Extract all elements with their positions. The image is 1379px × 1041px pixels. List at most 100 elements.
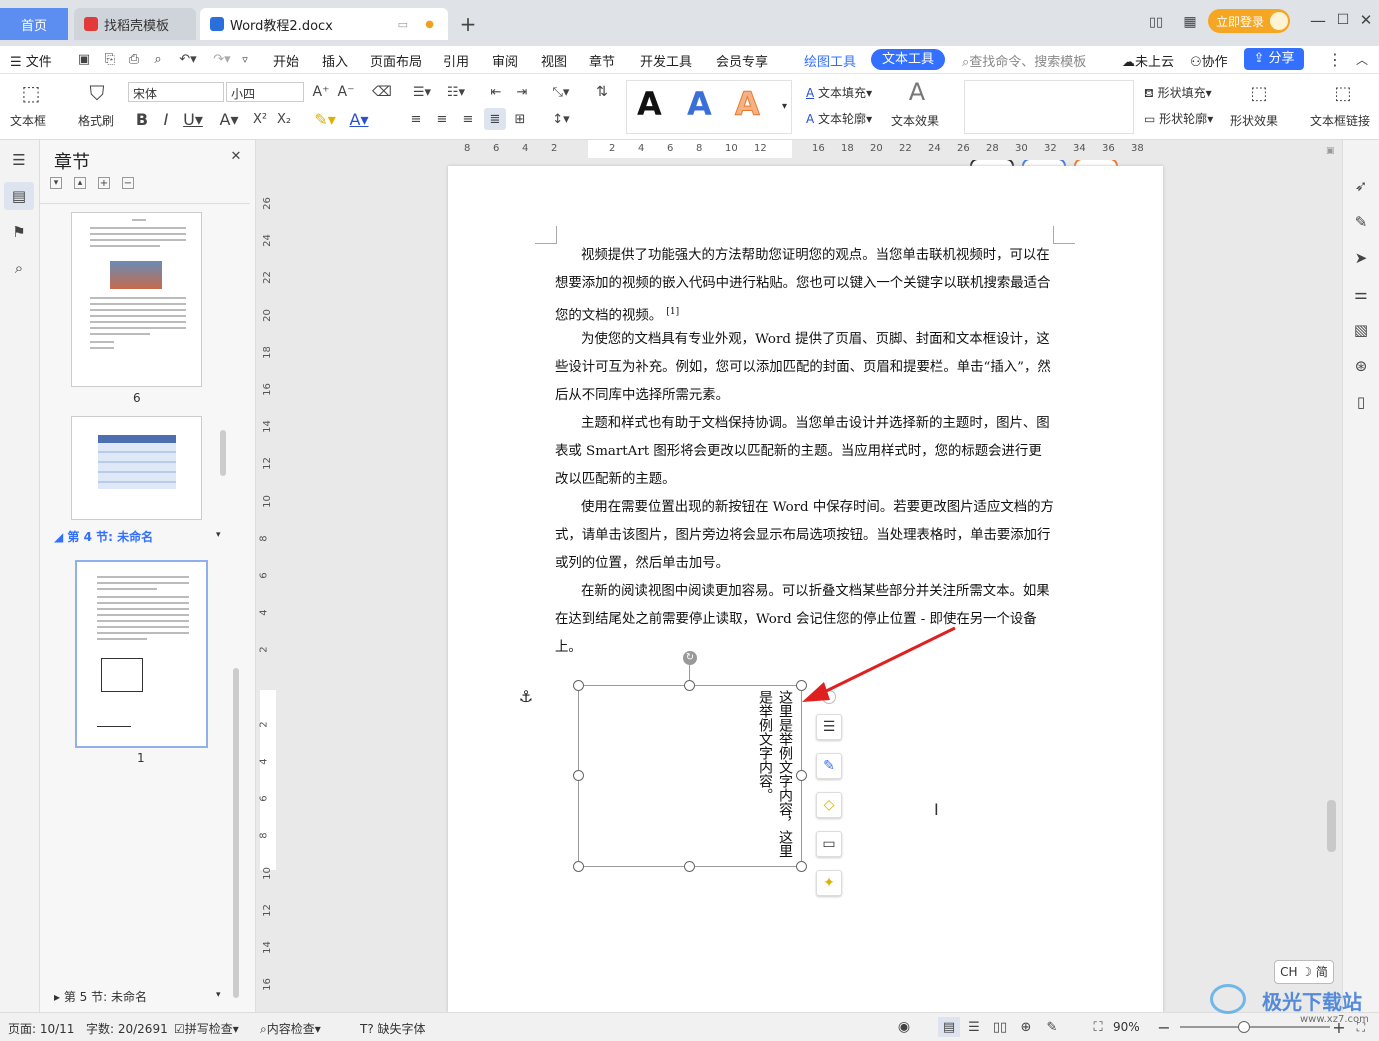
pointer-icon[interactable]: ➤: [1351, 248, 1371, 268]
paragraph-1[interactable]: 视频提供了功能强大的方法帮助您证明您的观点。当您单击联机视频时，可以在想要添加的…: [555, 242, 1055, 330]
print-icon[interactable]: ⎙: [126, 50, 142, 68]
align-center-icon[interactable]: ≡: [432, 108, 452, 130]
collapse-all-icon[interactable]: ▴: [74, 177, 86, 189]
text-fill-button[interactable]: A 文本填充▾: [806, 84, 872, 101]
paragraph-4[interactable]: 使用在需要位置出现的新按钮在 Word 中保存时间。若要更改图片适应文档的方式，…: [555, 494, 1055, 578]
new-tab-icon[interactable]: +: [458, 12, 478, 36]
thumbnail-scrollbar[interactable]: [220, 430, 226, 476]
document-scrollbar[interactable]: [1327, 800, 1336, 852]
highlight-icon[interactable]: ✎▾: [311, 108, 339, 130]
horizontal-ruler[interactable]: 8 6 4 2 2 4 6 8 10 12 16 18 20 22 24 26 28 30 32 34 36 38: [258, 140, 1342, 160]
page-thumbnail-1[interactable]: [75, 560, 208, 748]
section-4-header[interactable]: ◢ 第 4 节: 未命名: [54, 528, 153, 545]
outline-view-icon[interactable]: ☰: [964, 1018, 984, 1036]
redo-icon[interactable]: ↷▾: [210, 50, 234, 68]
format-painter-icon[interactable]: ⛉: [84, 80, 110, 106]
clear-format-icon[interactable]: ⌫: [372, 82, 392, 102]
collab-button[interactable]: ⚇协作: [1190, 51, 1228, 70]
more-icon[interactable]: ⋮: [1327, 50, 1343, 69]
layout-options-button[interactable]: ☰: [816, 714, 842, 740]
tab-start[interactable]: 开始: [273, 51, 299, 70]
pen-style-button[interactable]: ✎: [816, 753, 842, 779]
book-icon[interactable]: ▯: [1351, 392, 1371, 412]
rocket-icon[interactable]: ➶: [1351, 176, 1371, 196]
command-search[interactable]: ⌕查找命令、搜索模板: [962, 51, 1086, 70]
resize-handle-br[interactable]: [796, 861, 807, 872]
undo-icon[interactable]: ↶▾: [176, 50, 200, 68]
border-button[interactable]: ▭: [816, 831, 842, 857]
monitor-icon[interactable]: ▭: [398, 18, 408, 31]
section-5-header[interactable]: ▸ 第 5 节: 未命名: [54, 988, 147, 1005]
close-window-icon[interactable]: ✕: [1356, 10, 1376, 30]
art-style-black[interactable]: A: [637, 85, 662, 123]
textbox-link-icon[interactable]: ⬚: [1330, 80, 1356, 106]
resize-handle-tl[interactable]: [573, 680, 584, 691]
zoom-out-icon[interactable]: −: [1156, 1018, 1172, 1037]
expand-all-icon[interactable]: ▾: [50, 177, 62, 189]
tab-chapter[interactable]: 章节: [589, 51, 615, 70]
shape-effect-icon[interactable]: ⬚: [1246, 80, 1272, 106]
underline-icon[interactable]: U▾: [180, 108, 206, 130]
panel-scrollbar[interactable]: [233, 668, 239, 998]
distribute-icon[interactable]: ⊞: [510, 108, 530, 130]
find-icon[interactable]: ⌕: [9, 258, 29, 278]
increase-indent-icon[interactable]: ⇥: [512, 82, 532, 102]
align-left-icon[interactable]: ≡: [406, 108, 426, 130]
maximize-icon[interactable]: ☐: [1333, 10, 1353, 30]
section-4-dropdown-icon[interactable]: ▾: [216, 530, 221, 540]
scroll-top-icon[interactable]: ▣: [1326, 146, 1338, 156]
rotate-handle-icon[interactable]: ↻: [683, 651, 697, 665]
textbox-icon[interactable]: ⬚: [18, 80, 44, 106]
remove-section-icon[interactable]: −: [122, 177, 134, 189]
edit-pen-icon[interactable]: ✎: [1351, 212, 1371, 232]
format-painter-label[interactable]: 格式刷: [78, 112, 114, 129]
text-effect-label[interactable]: 文本效果: [891, 112, 939, 129]
paragraph-3[interactable]: 主题和样式也有助于文档保持协调。当您单击设计并选择新的主题时，图片、图表或 Sm…: [555, 410, 1055, 494]
art-style-blue[interactable]: A: [687, 85, 712, 123]
resize-handle-r[interactable]: [796, 770, 807, 781]
section-5-dropdown-icon[interactable]: ▾: [216, 990, 221, 1000]
resize-handle-bl[interactable]: [573, 861, 584, 872]
art-style-orange[interactable]: A: [735, 85, 761, 124]
resize-handle-b[interactable]: [684, 861, 695, 872]
image-tool-icon[interactable]: ▧: [1351, 320, 1371, 340]
zoom-level[interactable]: 90%: [1113, 1020, 1140, 1034]
export-icon[interactable]: ⎘: [102, 50, 118, 68]
tab-document[interactable]: Word教程2.docx ▭ ●: [200, 8, 448, 40]
shape-fill-button[interactable]: ⛾ 形状填充▾: [1144, 84, 1212, 102]
tab-view[interactable]: 视图: [541, 51, 567, 70]
tab-home[interactable]: 首页: [0, 8, 68, 40]
footnote-ref[interactable]: [1]: [666, 307, 679, 317]
tab-insert[interactable]: 插入: [322, 51, 348, 70]
eye-protection-icon[interactable]: ◉: [894, 1018, 914, 1036]
tab-references[interactable]: 引用: [443, 51, 469, 70]
tab-templates[interactable]: 找稻壳模板: [74, 8, 196, 40]
shape-effect-label[interactable]: 形状效果: [1230, 112, 1278, 129]
text-direction-icon[interactable]: ⤡▾: [546, 82, 576, 102]
vertical-ruler[interactable]: 26 24 22 20 18 16 14 12 10 8 6 4 2 2 4 6 8 10 12 14 16: [258, 160, 278, 1010]
shape-outline-button[interactable]: ▭ 形状轮廓▾: [1144, 110, 1213, 127]
add-section-icon[interactable]: +: [98, 177, 110, 189]
zoom-slider[interactable]: [1180, 1026, 1330, 1028]
compass-icon[interactable]: ⊛: [1351, 356, 1371, 376]
resize-handle-t[interactable]: [684, 680, 695, 691]
smart-tip-button[interactable]: ✦: [816, 870, 842, 896]
gallery-more-icon[interactable]: ▾: [782, 101, 787, 112]
reading-view-icon[interactable]: ▯▯: [990, 1018, 1010, 1036]
tab-page-layout[interactable]: 页面布局: [370, 51, 422, 70]
paragraph-2[interactable]: 为使您的文档具有专业外观，Word 提供了页眉、页脚、封面和文本框设计，这些设计…: [555, 326, 1055, 410]
textbox-button-label[interactable]: 文本框: [10, 112, 46, 129]
minimize-icon[interactable]: —: [1308, 10, 1328, 30]
italic-icon[interactable]: I: [156, 108, 176, 130]
tab-text-tools[interactable]: 文本工具: [871, 49, 945, 70]
shrink-font-icon[interactable]: A⁻: [336, 82, 356, 102]
ime-indicator[interactable]: CH ☽ 简: [1274, 960, 1334, 984]
tab-developer[interactable]: 开发工具: [640, 51, 692, 70]
close-panel-icon[interactable]: ✕: [228, 148, 244, 164]
quick-access-dropdown-icon[interactable]: ▿: [238, 50, 252, 68]
tab-review[interactable]: 审阅: [492, 51, 518, 70]
numbered-list-icon[interactable]: ☷▾: [442, 82, 470, 102]
apps-grid-icon[interactable]: ▦: [1180, 12, 1200, 32]
chapter-nav-icon[interactable]: ▤: [4, 182, 34, 210]
bold-icon[interactable]: B: [132, 108, 152, 130]
